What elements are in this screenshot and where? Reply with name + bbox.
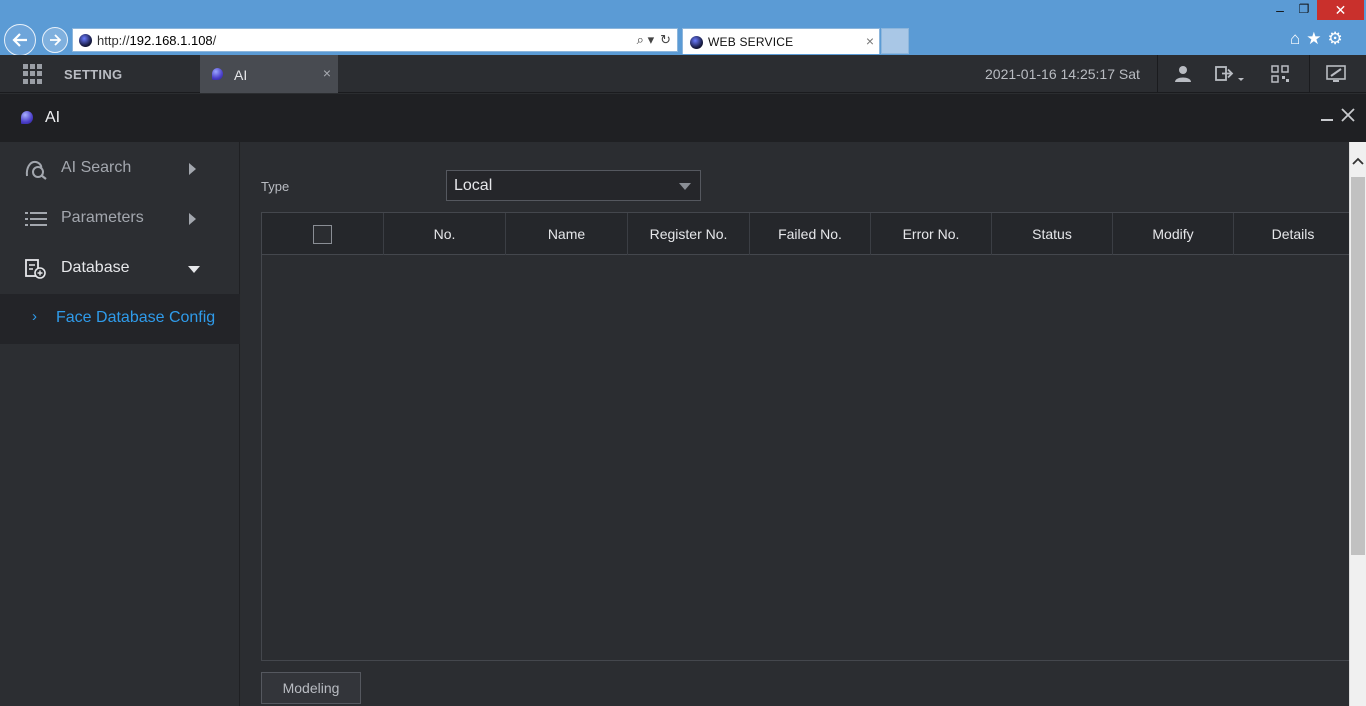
browser-toolbar: ⌂ ★ ⚙	[1290, 29, 1343, 49]
sidebar-subitem-face-database-config[interactable]: › Face Database Config	[0, 294, 240, 344]
forward-button[interactable]	[42, 27, 68, 53]
datetime-display: 2021-01-16 14:25:17 Sat	[985, 66, 1140, 82]
ai-tab-icon	[212, 68, 223, 80]
sidebar-item-label: AI Search	[61, 159, 132, 176]
scrollbar-thumb[interactable]	[1351, 177, 1365, 555]
refresh-icon[interactable]: ↻	[660, 32, 671, 48]
column-header-register-no: Register No.	[628, 213, 750, 255]
app-tab-ai[interactable]: AI ×	[200, 55, 338, 93]
sidebar-item-parameters[interactable]: Parameters	[0, 194, 240, 244]
window-close-button[interactable]: ✕	[1317, 0, 1364, 20]
select-all-checkbox[interactable]	[313, 224, 332, 244]
type-select-value: Local	[454, 177, 493, 194]
new-tab-button[interactable]	[881, 28, 909, 54]
vertical-scrollbar[interactable]	[1349, 142, 1366, 706]
user-icon[interactable]	[1172, 64, 1194, 84]
type-label: Type	[261, 179, 290, 194]
chevron-down-icon	[188, 266, 200, 273]
arrow-right-icon	[50, 34, 62, 46]
browser-tab-title: WEB SERVICE	[708, 35, 794, 49]
window-title-bar: AI	[0, 94, 1366, 142]
url-host: 192.168.1.108	[129, 33, 213, 48]
browser-tab[interactable]: WEB SERVICE ×	[682, 28, 880, 54]
logout-icon[interactable]	[1214, 64, 1248, 84]
column-header-no: No.	[384, 213, 506, 255]
header-select-all	[262, 213, 384, 255]
arrow-left-icon	[12, 33, 27, 47]
ai-module-icon	[21, 111, 33, 124]
tab-globe-icon	[690, 36, 703, 49]
address-url[interactable]: http://192.168.1.108/	[97, 33, 216, 48]
home-icon[interactable]: ⌂	[1290, 29, 1300, 49]
type-select[interactable]: Local	[446, 170, 701, 201]
back-button[interactable]	[4, 24, 36, 56]
divider	[1157, 55, 1158, 93]
sidebar-subitem-label: Face Database Config	[56, 309, 216, 326]
column-header-details: Details	[1271, 226, 1315, 242]
chevron-right-icon: ›	[32, 308, 37, 325]
sidebar-item-label: Database	[61, 259, 130, 276]
main-menu-grid-icon[interactable]	[23, 64, 43, 84]
favorites-star-icon[interactable]: ★	[1306, 29, 1321, 49]
url-path: /	[212, 33, 217, 48]
gear-icon[interactable]: ⚙	[1328, 29, 1343, 49]
chevron-right-icon	[189, 213, 196, 225]
window-restore-button[interactable]: ❐	[1294, 2, 1314, 18]
window-title: AI	[45, 109, 61, 126]
site-globe-icon	[79, 34, 92, 47]
address-tools: ⌕ ▾ ↻	[637, 32, 671, 48]
ai-search-icon	[24, 158, 48, 180]
monitor-icon[interactable]	[1325, 64, 1347, 84]
column-header-failed-no: Failed No.	[750, 213, 871, 255]
window-minimize-button[interactable]: –	[1270, 2, 1290, 18]
divider	[1309, 55, 1310, 93]
setting-label[interactable]: SETTING	[64, 67, 122, 82]
sidebar: AI Search Parameters Database › Face Dat…	[0, 142, 240, 706]
list-icon	[24, 208, 48, 230]
sidebar-item-label: Parameters	[61, 209, 144, 226]
app-top-bar: SETTING AI × 2021-01-16 14:25:17 Sat	[0, 55, 1366, 93]
caret-down-icon	[679, 183, 691, 190]
sidebar-item-database[interactable]: Database	[0, 244, 240, 294]
scroll-up-arrow-icon[interactable]	[1352, 156, 1364, 166]
column-header-modify: Modify	[1113, 213, 1234, 255]
column-header-name: Name	[506, 213, 628, 255]
close-icon[interactable]	[1340, 106, 1356, 124]
column-header-status: Status	[992, 213, 1113, 255]
close-icon[interactable]: ×	[323, 65, 331, 81]
browser-chrome: http://192.168.1.108/ ⌕ ▾ ↻ WEB SERVICE …	[0, 0, 1366, 56]
qr-code-icon[interactable]	[1269, 64, 1291, 84]
search-dropdown-icon[interactable]: ⌕ ▾	[637, 32, 654, 48]
modeling-button[interactable]: Modeling	[261, 672, 361, 704]
sidebar-item-ai-search[interactable]: AI Search	[0, 144, 240, 194]
app-tab-label: AI	[234, 67, 248, 83]
minimize-icon[interactable]	[1320, 107, 1334, 125]
table-body	[262, 256, 1350, 660]
table-header: No. Name Register No. Failed No. Error N…	[262, 213, 1352, 255]
database-icon	[24, 258, 48, 280]
address-bar[interactable]: http://192.168.1.108/ ⌕ ▾ ↻	[72, 28, 678, 52]
face-database-table: No. Name Register No. Failed No. Error N…	[261, 212, 1352, 661]
main-content: Type Local No. Name Register No. Failed …	[241, 142, 1352, 706]
column-header-error-no: Error No.	[871, 213, 992, 255]
close-icon[interactable]: ×	[866, 33, 874, 49]
chevron-right-icon	[189, 163, 196, 175]
url-scheme: http://	[97, 33, 130, 48]
